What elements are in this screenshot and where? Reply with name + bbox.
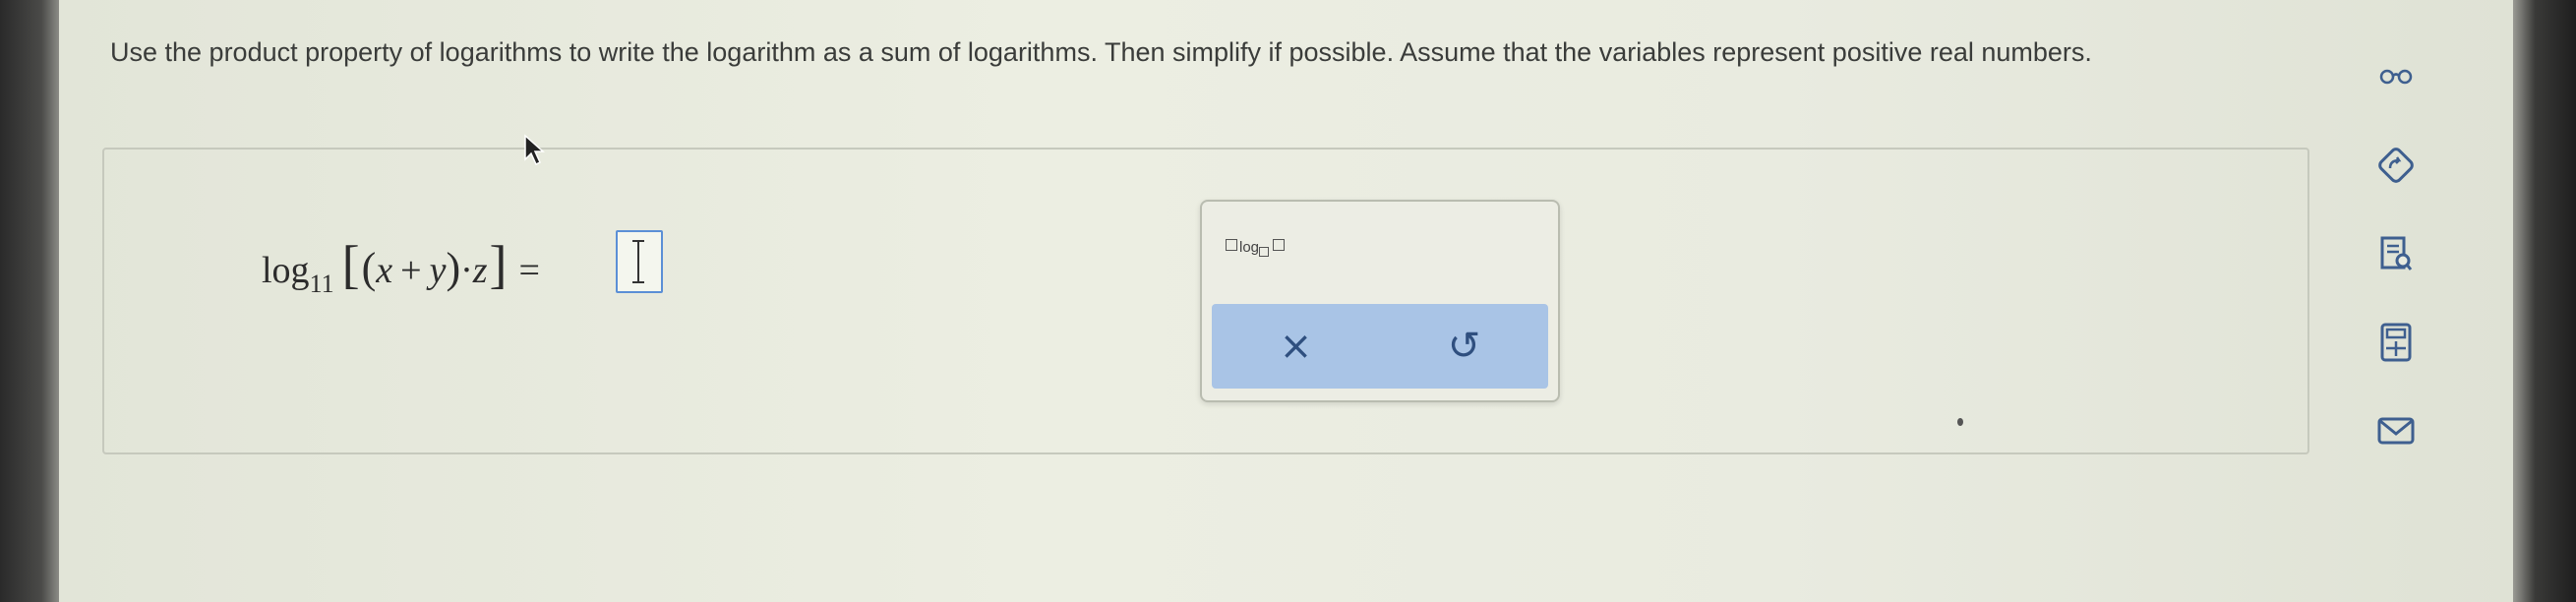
variable-x: x (376, 250, 393, 291)
equals-sign: = (518, 250, 540, 291)
refresh-diamond-icon[interactable] (2368, 140, 2424, 191)
close-paren: ) (446, 244, 461, 292)
coefficient-box-icon (1226, 239, 1237, 251)
document-search-icon[interactable] (2368, 228, 2424, 279)
argument-box-icon (1273, 239, 1286, 251)
open-bracket: [ (341, 235, 360, 294)
monitor-bezel-right (2513, 0, 2576, 602)
log-base: 11 (309, 270, 334, 298)
log-template-label: log (1239, 239, 1260, 256)
variable-y: y (429, 250, 447, 291)
equation: log 11 [ ( x + y ) · z ] = (262, 235, 550, 298)
log-template-button[interactable]: log (1226, 239, 1287, 257)
stray-mark (1957, 418, 1963, 426)
monitor-bezel-left (0, 0, 59, 602)
calculator-icon[interactable] (2368, 317, 2424, 368)
text-cursor-icon (632, 240, 644, 283)
clear-button[interactable]: × (1260, 324, 1333, 369)
question-text: Use the product property of logarithms t… (110, 37, 2092, 67)
base-box-icon (1259, 247, 1270, 257)
open-paren: ( (361, 244, 377, 292)
multiply-dot: · (460, 250, 473, 291)
mouse-pointer-icon (524, 134, 545, 166)
plus-sign: + (400, 250, 422, 291)
close-bracket: ] (489, 235, 508, 294)
glasses-icon[interactable] (2368, 51, 2424, 102)
log-function: log (262, 250, 310, 291)
math-palette: log × ↺ (1200, 200, 1560, 402)
palette-action-bar: × ↺ (1212, 304, 1548, 389)
undo-button[interactable]: ↺ (1428, 324, 1501, 369)
variable-z: z (472, 250, 488, 291)
answer-input[interactable] (616, 230, 663, 293)
mail-icon[interactable] (2368, 405, 2424, 456)
